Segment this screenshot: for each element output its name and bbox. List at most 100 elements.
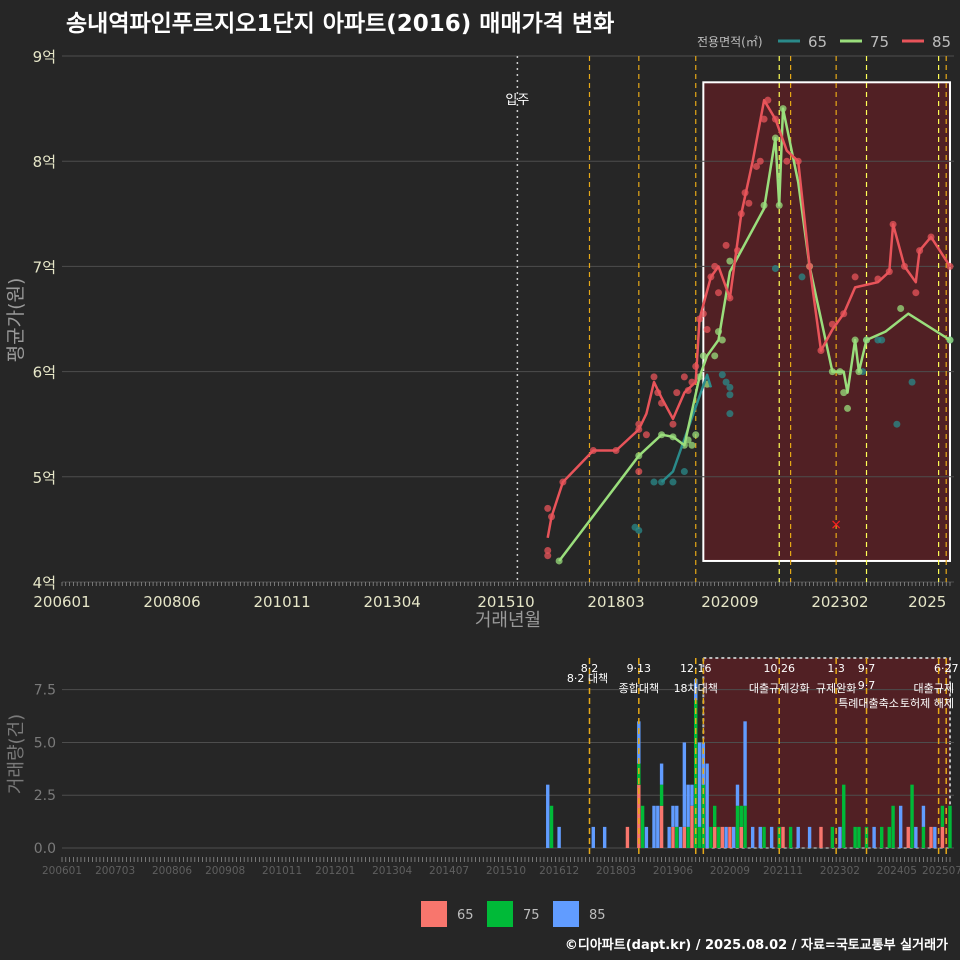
price-x-tick-label: 201510	[477, 593, 534, 611]
price-legend-label-75: 75	[870, 33, 889, 51]
price-x-tick-label: 2025	[908, 593, 946, 611]
price-point-75	[688, 441, 696, 449]
volume-legend-label-85: 85	[589, 908, 606, 923]
volume-bar-75	[842, 784, 846, 848]
volume-x-tick-label: 202405	[877, 865, 917, 877]
volume-bar-75	[549, 805, 554, 848]
policy-label-13: 규제완화	[816, 682, 856, 695]
volume-bar-85	[557, 826, 561, 848]
volume-bar-65	[671, 826, 675, 848]
volume-bar-85	[921, 805, 926, 827]
volume-bar-85	[758, 826, 762, 848]
price-point-85	[851, 273, 859, 281]
volume-bar-85	[838, 826, 842, 848]
price-x-tick-label: 202009	[701, 593, 758, 611]
volume-bar-65	[781, 826, 785, 848]
volume-x-tick-label: 200806	[152, 865, 192, 877]
volume-x-tick-label: 202111	[763, 865, 803, 877]
volume-bar-85	[682, 742, 687, 827]
volume-bar-75	[735, 805, 740, 848]
price-point-65	[798, 273, 806, 281]
price-point-85	[745, 199, 753, 207]
price-point-65	[718, 371, 726, 379]
volume-bar-65	[929, 826, 933, 848]
volume-bar-85	[675, 805, 679, 827]
price-point-85	[669, 420, 677, 428]
price-point-85	[544, 504, 552, 512]
price-x-axis-title: 거래년월	[475, 610, 541, 631]
volume-bar-75	[716, 826, 721, 848]
volume-bar-75	[675, 826, 679, 848]
price-point-85	[544, 552, 552, 560]
price-point-75	[726, 257, 734, 265]
volume-x-tick-label: 200703	[95, 865, 135, 877]
price-point-85	[722, 241, 730, 249]
volume-bar-65	[625, 826, 630, 848]
price-legend-label-65: 65	[808, 33, 827, 51]
volume-panel: 0.0 2.5 5.0 7.5 200601 200703 200806 200908 2010…	[6, 657, 960, 927]
volume-bar-65	[659, 805, 664, 848]
price-point-75	[897, 304, 905, 312]
price-marker: ×	[830, 517, 842, 533]
price-point-85	[650, 373, 658, 381]
volume-bar-65	[720, 826, 725, 848]
price-y-tick-label: 5억	[33, 469, 56, 487]
volume-bar-85	[659, 763, 664, 785]
price-y-tick-label: 8억	[33, 153, 56, 171]
volume-y-tick-label: 2.5	[34, 788, 56, 804]
volume-bar-75	[686, 826, 690, 848]
price-x-tick-label: 200806	[143, 593, 200, 611]
volume-x-tick-label: 202302	[820, 865, 860, 877]
volume-bar-85	[546, 784, 550, 848]
price-y-tick-label: 7억	[33, 258, 56, 276]
volume-bar-85	[769, 826, 774, 848]
policy-date-label: 1·3	[827, 662, 845, 675]
volume-bar-85	[735, 784, 740, 806]
price-point-85	[912, 289, 920, 297]
volume-x-tick-label: 202009	[710, 865, 750, 877]
policy-label-913: 종합대책	[619, 682, 659, 695]
policy-label-627: 대출규제	[914, 682, 954, 695]
volume-bar-65	[819, 826, 823, 848]
volume-bar-75	[640, 805, 645, 848]
price-point-75	[844, 404, 852, 412]
volume-legend-label-75: 75	[523, 908, 540, 923]
volume-legend-key-75	[487, 901, 513, 927]
price-point-85	[783, 157, 791, 165]
volume-y-axis-title: 거래량(건)	[6, 714, 27, 794]
volume-bar-85	[750, 826, 755, 848]
volume-bar-85	[671, 805, 675, 827]
price-volume-chart: 4억 5억 6억 7억 8억 9억 200601 200806 201011 201304 2015…	[5, 33, 960, 927]
policy-label-82: 8·2 대책	[567, 672, 608, 685]
volume-x-tick-label: 200908	[205, 865, 245, 877]
volume-x-tick-label: 201803	[596, 865, 636, 877]
price-point-85	[642, 431, 650, 439]
volume-bar-85	[591, 826, 595, 848]
volume-bar-85	[656, 805, 660, 848]
volume-bar-85	[652, 805, 656, 848]
price-y-tick-label: 9억	[33, 48, 56, 66]
volume-bar-65	[739, 826, 743, 848]
volume-bar-75	[830, 826, 835, 848]
price-legend-title: 전용면적(㎡)	[697, 35, 763, 49]
price-point-65	[669, 478, 677, 486]
volume-bar-85	[602, 826, 607, 848]
policy-date-label: 9·13	[627, 662, 652, 675]
price-point-85	[635, 468, 643, 476]
policy-label-tohoje: 토허제 해제	[900, 696, 954, 710]
volume-bar-85	[807, 826, 812, 848]
volume-x-tick-label: 202507	[922, 865, 960, 877]
volume-bar-85	[796, 826, 800, 848]
volume-bar-85	[743, 721, 747, 806]
policy-date-label: 6·27	[934, 662, 959, 675]
volume-bar-65	[728, 826, 732, 848]
volume-bar-85	[690, 784, 694, 806]
price-point-85	[680, 373, 688, 381]
volume-bar-85	[724, 826, 728, 848]
volume-x-tick-label: 201011	[262, 865, 302, 877]
source-credit: ©디아파트(dapt.kr) / 2025.08.02 / 자료=국토교통부 실…	[564, 938, 948, 953]
volume-bar-85	[644, 826, 649, 848]
volume-x-tick-label: 201612	[539, 865, 579, 877]
price-x-tick-label: 201803	[587, 593, 644, 611]
price-y-tick-label: 4억	[33, 574, 56, 592]
